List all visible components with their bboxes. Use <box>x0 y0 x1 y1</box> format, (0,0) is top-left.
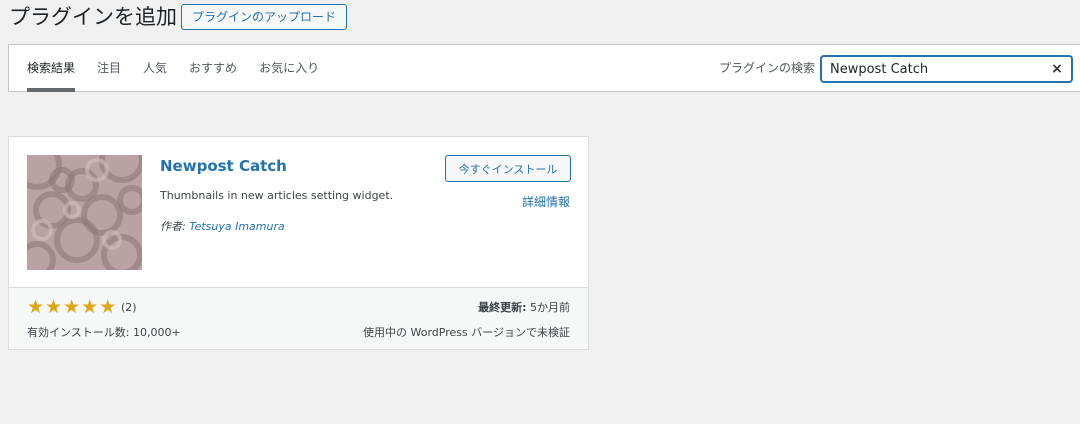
plugin-thumbnail[interactable] <box>27 155 142 270</box>
plugin-card-top: Newpost Catch Thumbnails in new articles… <box>9 137 588 287</box>
star-icon: ★ <box>27 296 45 318</box>
page-title: プラグインを追加 <box>9 5 177 29</box>
search-box: × <box>820 55 1073 83</box>
tab-popular[interactable]: 人気 <box>143 45 167 91</box>
compatibility-status: 使用中の WordPress バージョンで未検証 <box>363 326 570 339</box>
star-icon: ★ <box>99 296 117 318</box>
star-rating: ★ ★ ★ ★ ★ <box>27 297 117 317</box>
last-updated-value: 5か月前 <box>526 301 570 314</box>
rating-count: (2) <box>121 301 137 314</box>
tab-search-results[interactable]: 検索結果 <box>27 45 76 92</box>
plugin-card-bottom: ★ ★ ★ ★ ★ (2) 有効インストール数: 10,000+ 最終更新: 5… <box>9 287 588 349</box>
search-label: プラグインの検索 <box>719 61 816 75</box>
plugin-description: Thumbnails in new articles setting widge… <box>160 189 394 202</box>
plugin-author: 作者: Tetsuya Imamura <box>160 218 285 234</box>
active-installs: 有効インストール数: 10,000+ <box>27 326 181 339</box>
plugin-filter-bar: 検索結果 注目 人気 おすすめ お気に入り プラグインの検索 × <box>8 44 1080 92</box>
tab-favorites[interactable]: お気に入り <box>259 45 319 91</box>
star-icon: ★ <box>81 296 99 318</box>
last-updated-label: 最終更新: <box>478 301 527 314</box>
tab-featured[interactable]: 注目 <box>97 45 121 91</box>
star-icon: ★ <box>45 296 63 318</box>
search-input[interactable] <box>822 57 1042 81</box>
more-details-link[interactable]: 詳細情報 <box>522 193 570 210</box>
author-prefix: 作者: <box>160 220 190 233</box>
upload-plugin-button[interactable]: プラグインのアップロード <box>181 4 348 30</box>
install-now-button[interactable]: 今すぐインストール <box>445 155 571 182</box>
tab-recommended[interactable]: おすすめ <box>189 45 237 91</box>
plugin-card: Newpost Catch Thumbnails in new articles… <box>8 136 589 350</box>
plugin-thumbnail-pattern <box>27 155 142 270</box>
star-icon: ★ <box>63 296 81 318</box>
clear-search-icon[interactable]: × <box>1049 59 1065 79</box>
filter-tabs: 検索結果 注目 人気 おすすめ お気に入り <box>27 45 341 92</box>
plugin-name-link[interactable]: Newpost Catch <box>160 157 287 175</box>
last-updated: 最終更新: 5か月前 <box>478 299 570 315</box>
author-link[interactable]: Tetsuya Imamura <box>189 220 285 233</box>
